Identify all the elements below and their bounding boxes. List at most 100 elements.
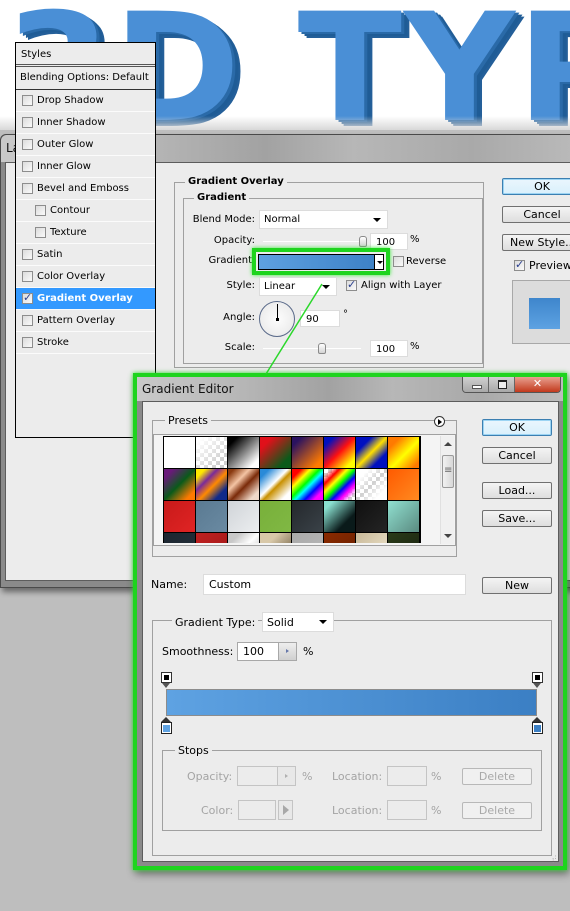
- preset-swatch[interactable]: [324, 469, 355, 500]
- blend-mode-dropdown[interactable]: Normal: [259, 210, 388, 229]
- style-checkbox[interactable]: [22, 249, 33, 260]
- style-checkbox[interactable]: [22, 271, 33, 282]
- stop-color-menu-button[interactable]: [278, 800, 293, 820]
- preset-swatch[interactable]: [228, 501, 259, 532]
- save-button[interactable]: Save...: [482, 510, 552, 527]
- preset-swatch[interactable]: [324, 501, 355, 532]
- preset-swatch[interactable]: [356, 501, 387, 532]
- gradient-editor-ok-button[interactable]: OK: [482, 419, 552, 436]
- style-item-bevel-and-emboss[interactable]: Bevel and Emboss: [16, 178, 155, 200]
- preset-swatch[interactable]: [324, 533, 355, 543]
- gradient-picker-dropdown-button[interactable]: [374, 254, 384, 270]
- opacity-slider-thumb[interactable]: [359, 236, 367, 247]
- gradient-picker-swatch[interactable]: [258, 254, 384, 270]
- preset-swatch[interactable]: [292, 501, 323, 532]
- scale-input[interactable]: 100: [370, 340, 408, 357]
- preset-swatch[interactable]: [196, 533, 227, 543]
- preset-swatch[interactable]: [324, 437, 355, 468]
- maximize-button[interactable]: [489, 377, 515, 392]
- new-style-button[interactable]: New Style...: [502, 234, 570, 251]
- close-button[interactable]: ✕: [515, 377, 560, 392]
- color-stop-marker[interactable]: [532, 717, 543, 734]
- preset-swatch[interactable]: [260, 469, 291, 500]
- gradient-name-input[interactable]: Custom: [203, 574, 466, 595]
- opacity-stop-marker[interactable]: [161, 672, 172, 688]
- opacity-slider[interactable]: [263, 241, 363, 242]
- styles-header[interactable]: Styles: [16, 43, 155, 67]
- style-checkbox[interactable]: [22, 161, 33, 172]
- scale-slider-thumb[interactable]: [317, 343, 326, 354]
- style-item-satin[interactable]: Satin: [16, 244, 155, 266]
- preset-swatch[interactable]: [388, 437, 419, 468]
- preset-swatch[interactable]: [196, 501, 227, 532]
- gradient-bar[interactable]: [166, 689, 537, 716]
- style-checkbox[interactable]: [22, 337, 33, 348]
- angle-input[interactable]: 90: [300, 310, 340, 327]
- preset-swatch[interactable]: [260, 437, 291, 468]
- style-item-gradient-overlay[interactable]: Gradient Overlay: [16, 288, 155, 310]
- delete-opacity-stop-button[interactable]: Delete: [462, 768, 532, 785]
- style-item-inner-shadow[interactable]: Inner Shadow: [16, 112, 155, 134]
- stop-opacity-input[interactable]: [237, 766, 278, 786]
- delete-color-stop-button[interactable]: Delete: [462, 802, 532, 819]
- style-checkbox[interactable]: [22, 139, 33, 150]
- preset-swatch[interactable]: [196, 469, 227, 500]
- style-item-pattern-overlay[interactable]: Pattern Overlay: [16, 310, 155, 332]
- style-item-stroke[interactable]: Stroke: [16, 332, 155, 354]
- blending-options[interactable]: Blending Options: Default: [16, 67, 155, 90]
- preset-swatch[interactable]: [164, 533, 195, 543]
- smoothness-slider-toggle[interactable]: [278, 643, 296, 660]
- align-with-layer-checkbox[interactable]: [346, 278, 357, 291]
- preset-swatch[interactable]: [260, 533, 291, 543]
- preset-swatch[interactable]: [388, 501, 419, 532]
- style-checkbox[interactable]: [35, 227, 46, 238]
- layer-style-cancel-button[interactable]: Cancel: [502, 206, 570, 223]
- preset-swatch[interactable]: [164, 469, 195, 500]
- style-checkbox[interactable]: [35, 205, 46, 216]
- style-item-drop-shadow[interactable]: Drop Shadow: [16, 90, 155, 112]
- new-gradient-button[interactable]: New: [482, 577, 552, 594]
- scale-slider[interactable]: [263, 348, 361, 349]
- gradient-editor-cancel-button[interactable]: Cancel: [482, 447, 552, 464]
- stop-opacity-slider-toggle[interactable]: [277, 766, 296, 786]
- preset-swatch[interactable]: [292, 437, 323, 468]
- style-item-inner-glow[interactable]: Inner Glow: [16, 156, 155, 178]
- preset-swatch[interactable]: [388, 469, 419, 500]
- load-button[interactable]: Load...: [482, 482, 552, 499]
- preset-swatch[interactable]: [292, 533, 323, 543]
- preset-swatch[interactable]: [388, 533, 419, 543]
- style-checkbox[interactable]: [22, 315, 33, 326]
- reverse-checkbox[interactable]: [393, 256, 404, 267]
- resize-grip-icon[interactable]: .::: [552, 854, 560, 865]
- preset-swatch[interactable]: [164, 437, 195, 468]
- preset-swatch[interactable]: [228, 437, 259, 468]
- gradient-type-dropdown[interactable]: Solid: [262, 612, 334, 632]
- color-location-input[interactable]: [387, 800, 427, 820]
- style-dropdown[interactable]: Linear: [259, 277, 337, 296]
- style-item-contour[interactable]: Contour: [16, 200, 155, 222]
- preset-swatch[interactable]: [356, 533, 387, 543]
- opacity-stop-marker[interactable]: [532, 672, 543, 688]
- opacity-location-input[interactable]: [387, 766, 427, 786]
- style-item-outer-glow[interactable]: Outer Glow: [16, 134, 155, 156]
- presets-menu-button[interactable]: [434, 416, 445, 427]
- preset-swatch[interactable]: [228, 533, 259, 543]
- preset-swatch[interactable]: [356, 437, 387, 468]
- scroll-down-arrow-icon[interactable]: [444, 534, 452, 538]
- style-checkbox[interactable]: [22, 95, 33, 106]
- style-checkbox[interactable]: [22, 291, 33, 304]
- style-item-color-overlay[interactable]: Color Overlay: [16, 266, 155, 288]
- preset-swatch[interactable]: [228, 469, 259, 500]
- smoothness-stepper[interactable]: 100: [237, 642, 297, 661]
- stop-color-swatch[interactable]: [238, 800, 276, 820]
- minimize-button[interactable]: [463, 377, 489, 392]
- preset-swatch[interactable]: [260, 501, 291, 532]
- preset-swatch[interactable]: [196, 437, 227, 468]
- preset-swatch[interactable]: [356, 469, 387, 500]
- style-checkbox[interactable]: [22, 183, 33, 194]
- layer-style-ok-button[interactable]: OK: [502, 178, 570, 195]
- preset-swatch[interactable]: [292, 469, 323, 500]
- angle-dial[interactable]: [259, 301, 295, 337]
- preset-swatch[interactable]: [164, 501, 195, 532]
- style-item-texture[interactable]: Texture: [16, 222, 155, 244]
